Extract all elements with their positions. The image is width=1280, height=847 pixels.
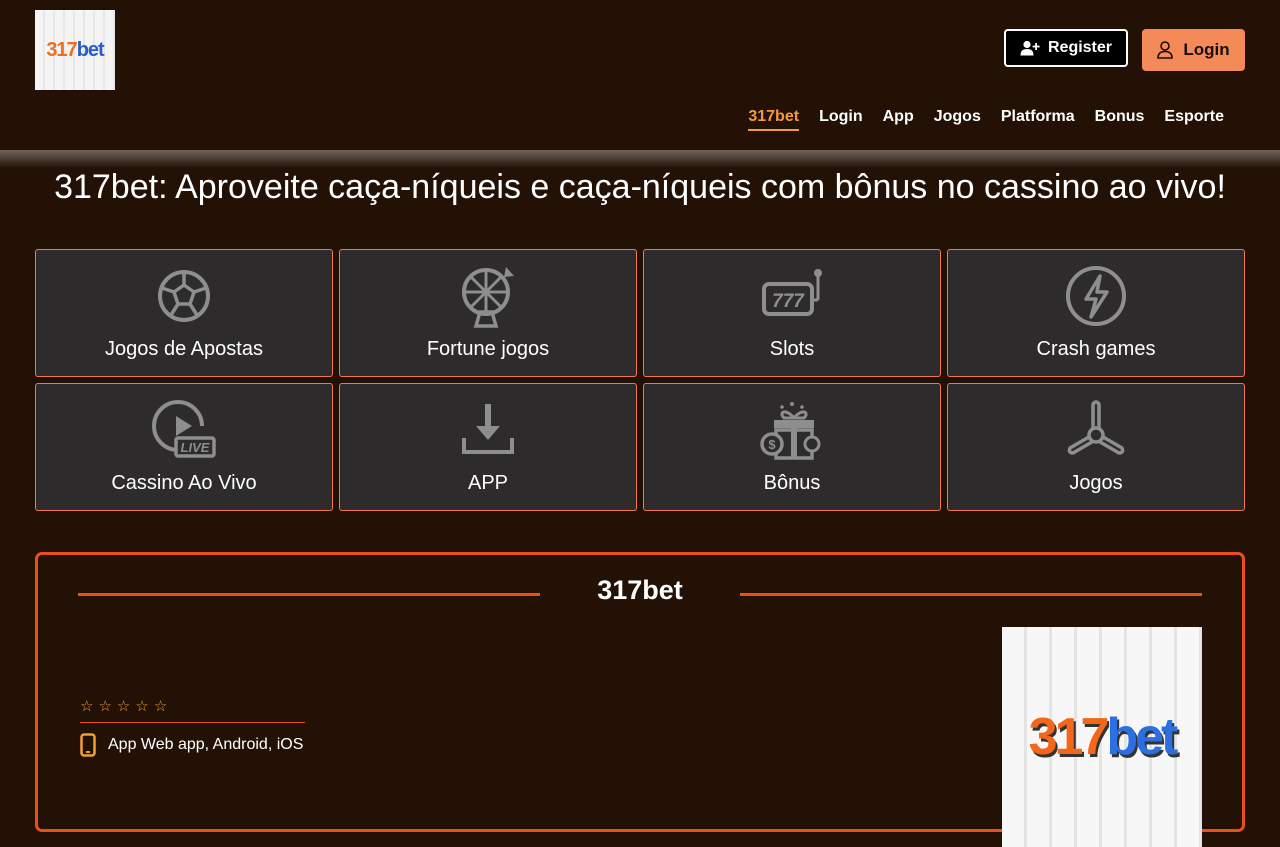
category-tile-cassino-ao-vivo[interactable]: LIVE Cassino Ao Vivo xyxy=(35,383,333,511)
category-tile-bonus[interactable]: $ Bônus xyxy=(643,383,941,511)
nav-item-login[interactable]: Login xyxy=(819,108,863,131)
register-button[interactable]: Register xyxy=(1004,29,1128,67)
category-tile-crash-games[interactable]: Crash games xyxy=(947,249,1245,377)
category-tile-slots[interactable]: 777 Slots xyxy=(643,249,941,377)
nav-item-esporte[interactable]: Esporte xyxy=(1164,108,1224,131)
register-label: Register xyxy=(1047,39,1113,56)
category-label: Jogos de Apostas xyxy=(105,338,263,360)
title-divider-right xyxy=(740,593,1202,596)
category-label: Crash games xyxy=(1036,338,1156,360)
star-icon[interactable]: ☆ xyxy=(154,697,167,715)
category-grid: Jogos de Apostas Fortune jogos 777 Slots xyxy=(35,249,1245,511)
category-label: Cassino Ao Vivo xyxy=(111,472,257,494)
category-label: Bônus xyxy=(763,472,821,494)
star-icon[interactable]: ☆ xyxy=(98,697,111,715)
panel-title: 317bet xyxy=(597,575,683,605)
slot-machine-icon: 777 xyxy=(762,269,822,316)
nav-item-app[interactable]: App xyxy=(883,108,914,131)
user-plus-icon xyxy=(1020,40,1040,56)
svg-text:$: $ xyxy=(768,437,776,452)
login-button[interactable]: Login xyxy=(1142,29,1245,71)
app-logo-image: 317bet xyxy=(1002,627,1202,847)
nav-item-bonus[interactable]: Bonus xyxy=(1095,108,1145,131)
star-icon[interactable]: ☆ xyxy=(117,697,130,715)
category-label: APP xyxy=(467,472,509,494)
star-icon[interactable]: ☆ xyxy=(80,697,93,715)
nav-item-317bet[interactable]: 317bet xyxy=(748,108,800,131)
category-tile-jogos[interactable]: Jogos xyxy=(947,383,1245,511)
category-tile-fortune-jogos[interactable]: Fortune jogos xyxy=(339,249,637,377)
app-info-panel: 317bet ☆ ☆ ☆ ☆ ☆ App Web app, Android, i… xyxy=(35,552,1245,847)
fortune-wheel-icon xyxy=(462,267,514,328)
category-label: Fortune jogos xyxy=(426,338,550,360)
gift-bonus-icon: $ xyxy=(760,402,821,460)
platforms-text: App Web app, Android, iOS xyxy=(108,736,304,753)
site-logo[interactable]: 317bet xyxy=(35,10,115,90)
svg-text:LIVE: LIVE xyxy=(181,440,210,455)
app-image-logo-text: 317bet xyxy=(1028,708,1179,766)
download-icon xyxy=(462,404,514,454)
category-tile-jogos-de-apostas[interactable]: Jogos de Apostas xyxy=(35,249,333,377)
header-shadow xyxy=(0,150,1280,168)
page-title: 317bet: Aproveite caça-níqueis e caça-ní… xyxy=(54,168,1226,206)
soccer-ball-icon xyxy=(158,270,210,322)
live-play-icon: LIVE xyxy=(152,400,216,458)
category-label: Slots xyxy=(769,338,815,360)
rating-divider xyxy=(80,722,305,723)
main-nav: 317bet Login App Jogos Platforma Bonus E… xyxy=(748,108,1224,131)
category-tile-app[interactable]: APP xyxy=(339,383,637,511)
platforms-row: App Web app, Android, iOS xyxy=(80,733,303,757)
svg-text:777: 777 xyxy=(772,291,805,312)
star-icon[interactable]: ☆ xyxy=(135,697,148,715)
rating-stars: ☆ ☆ ☆ ☆ ☆ xyxy=(80,697,167,715)
mobile-phone-icon xyxy=(80,733,96,757)
category-label: Jogos xyxy=(1069,472,1123,494)
site-header: 317bet Register Login 317bet Login App J… xyxy=(0,0,1280,160)
nav-item-platforma[interactable]: Platforma xyxy=(1001,108,1075,131)
login-label: Login xyxy=(1183,40,1230,59)
propeller-icon xyxy=(1067,400,1125,455)
logo-text: 317bet xyxy=(46,39,104,61)
nav-item-jogos[interactable]: Jogos xyxy=(934,108,981,131)
lightning-icon xyxy=(1066,266,1126,326)
user-icon xyxy=(1157,41,1174,59)
